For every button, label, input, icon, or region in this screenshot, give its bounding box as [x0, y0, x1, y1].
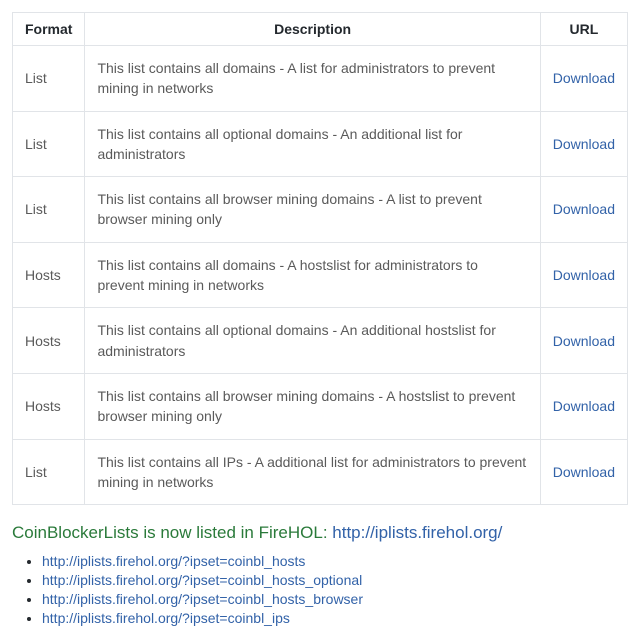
- list-item: http://iplists.firehol.org/?ipset=coinbl…: [42, 610, 628, 626]
- table-row: List This list contains all IPs - A addi…: [13, 439, 628, 505]
- download-link[interactable]: Download: [553, 70, 615, 86]
- cell-url: Download: [540, 46, 627, 112]
- table-header-row: Format Description URL: [13, 13, 628, 46]
- cell-url: Download: [540, 373, 627, 439]
- cell-description: This list contains all IPs - A additiona…: [85, 439, 540, 505]
- firehol-link[interactable]: http://iplists.firehol.org/?ipset=coinbl…: [42, 591, 363, 607]
- firehol-link[interactable]: http://iplists.firehol.org/?ipset=coinbl…: [42, 572, 362, 588]
- cell-description: This list contains all domains - A list …: [85, 46, 540, 112]
- cell-description: This list contains all domains - A hosts…: [85, 242, 540, 308]
- cell-format: List: [13, 46, 85, 112]
- download-link[interactable]: Download: [553, 398, 615, 414]
- download-link[interactable]: Download: [553, 267, 615, 283]
- cell-description: This list contains all optional domains …: [85, 308, 540, 374]
- cell-description: This list contains all browser mining do…: [85, 373, 540, 439]
- blocklist-table: Format Description URL List This list co…: [12, 12, 628, 505]
- download-link[interactable]: Download: [553, 333, 615, 349]
- firehol-link[interactable]: http://iplists.firehol.org/?ipset=coinbl…: [42, 610, 290, 626]
- table-row: List This list contains all optional dom…: [13, 111, 628, 177]
- firehol-main-link[interactable]: http://iplists.firehol.org/: [332, 523, 502, 542]
- heading-prefix: CoinBlockerLists is now listed in FireHO…: [12, 523, 332, 542]
- cell-format: Hosts: [13, 373, 85, 439]
- header-format: Format: [13, 13, 85, 46]
- header-description: Description: [85, 13, 540, 46]
- cell-url: Download: [540, 308, 627, 374]
- cell-format: Hosts: [13, 308, 85, 374]
- cell-description: This list contains all optional domains …: [85, 111, 540, 177]
- list-item: http://iplists.firehol.org/?ipset=coinbl…: [42, 591, 628, 607]
- cell-format: Hosts: [13, 242, 85, 308]
- cell-url: Download: [540, 111, 627, 177]
- cell-format: List: [13, 111, 85, 177]
- cell-url: Download: [540, 439, 627, 505]
- firehol-link[interactable]: http://iplists.firehol.org/?ipset=coinbl…: [42, 553, 305, 569]
- cell-url: Download: [540, 177, 627, 243]
- table-row: List This list contains all browser mini…: [13, 177, 628, 243]
- list-item: http://iplists.firehol.org/?ipset=coinbl…: [42, 572, 628, 588]
- header-url: URL: [540, 13, 627, 46]
- cell-format: List: [13, 177, 85, 243]
- cell-url: Download: [540, 242, 627, 308]
- cell-description: This list contains all browser mining do…: [85, 177, 540, 243]
- firehol-links-list: http://iplists.firehol.org/?ipset=coinbl…: [12, 553, 628, 626]
- download-link[interactable]: Download: [553, 136, 615, 152]
- table-row: Hosts This list contains all browser min…: [13, 373, 628, 439]
- download-link[interactable]: Download: [553, 464, 615, 480]
- list-item: http://iplists.firehol.org/?ipset=coinbl…: [42, 553, 628, 569]
- table-row: Hosts This list contains all optional do…: [13, 308, 628, 374]
- download-link[interactable]: Download: [553, 201, 615, 217]
- cell-format: List: [13, 439, 85, 505]
- table-row: Hosts This list contains all domains - A…: [13, 242, 628, 308]
- table-row: List This list contains all domains - A …: [13, 46, 628, 112]
- firehol-heading: CoinBlockerLists is now listed in FireHO…: [12, 523, 628, 543]
